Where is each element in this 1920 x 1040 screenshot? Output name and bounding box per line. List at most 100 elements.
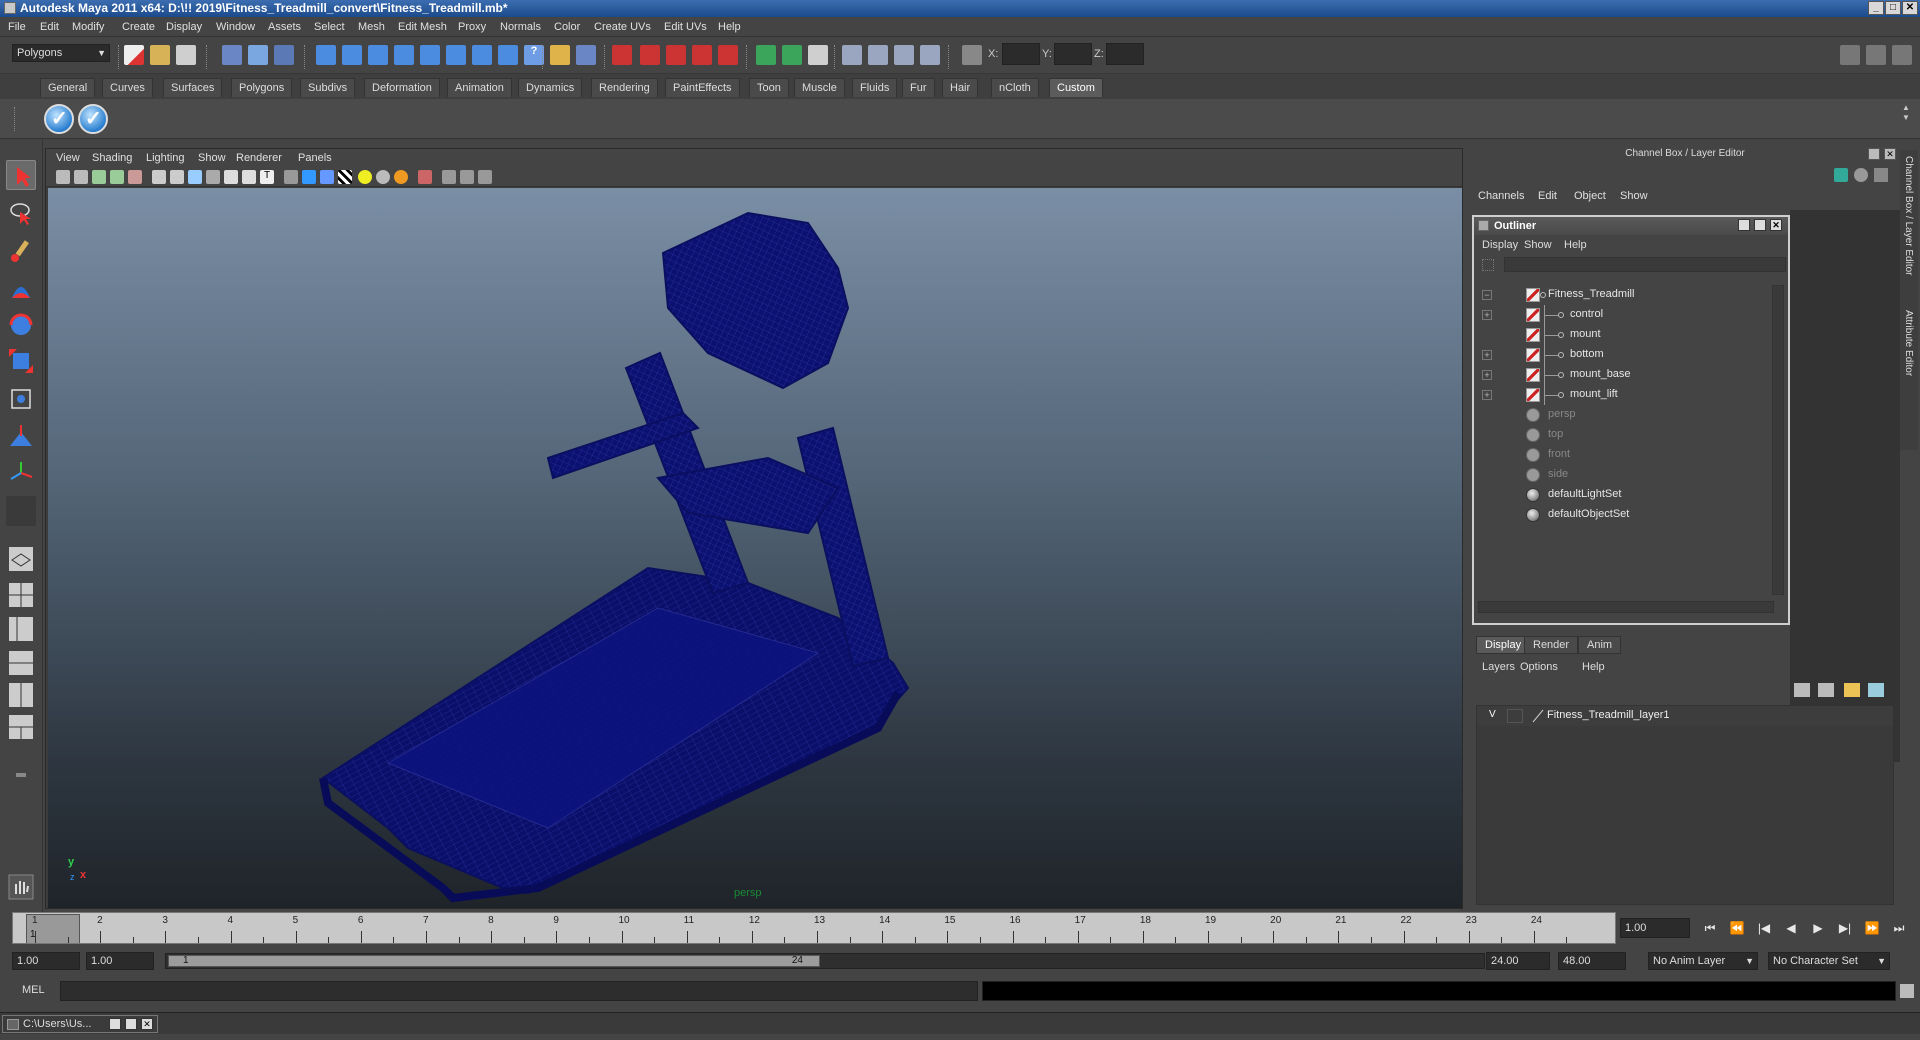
points-icon[interactable] <box>242 170 256 184</box>
toggle-attribute-editor-icon[interactable] <box>1866 45 1886 65</box>
panel-close-icon[interactable]: ✕ <box>1884 148 1896 160</box>
command-language-label[interactable]: MEL <box>22 984 45 996</box>
side-tab-attribute-editor[interactable]: Attribute Editor <box>1903 310 1914 376</box>
shelf-tab-subdivs[interactable]: Subdivs <box>300 78 356 97</box>
channel-box-menu-edit[interactable]: Edit <box>1538 190 1557 202</box>
step-forward-frame-button[interactable]: ▶| <box>1835 921 1855 937</box>
menu-display[interactable]: Display <box>166 21 202 33</box>
universal-manipulator-icon[interactable] <box>6 384 36 414</box>
checker-icon[interactable] <box>338 170 352 184</box>
outliner-menu-help[interactable]: Help <box>1564 239 1587 251</box>
menu-create[interactable]: Create <box>122 21 155 33</box>
select-by-rendering-icon[interactable] <box>472 45 492 65</box>
snap-curve-icon[interactable] <box>640 45 660 65</box>
minimized-window-item[interactable]: C:\Users\Us... ✕ <box>2 1015 158 1033</box>
new-empty-layer-icon[interactable] <box>1844 683 1860 697</box>
paint-select-tool-icon[interactable] <box>6 236 36 266</box>
bounding-box-icon[interactable] <box>224 170 238 184</box>
save-scene-icon[interactable] <box>176 45 196 65</box>
shadows-icon[interactable] <box>376 170 390 184</box>
edit-icon[interactable] <box>1874 168 1888 182</box>
menu-help[interactable]: Help <box>718 21 741 33</box>
layer-editor-icon[interactable] <box>1854 168 1868 182</box>
shelf-tab-muscle[interactable]: Muscle <box>794 78 845 97</box>
input-ops-icon[interactable] <box>756 45 776 65</box>
shelf-check-icon[interactable] <box>44 104 74 134</box>
current-time-field[interactable]: 1.00 <box>1620 918 1690 938</box>
animation-start-field[interactable]: 1.00 <box>12 952 80 970</box>
outliner-item-mount-lift[interactable]: + mount_lift <box>1476 385 1766 405</box>
outliner-item-fitness-treadmill[interactable]: − Fitness_Treadmill <box>1476 285 1766 305</box>
shelf-tab-polygons[interactable]: Polygons <box>231 78 293 97</box>
menu-edit[interactable]: Edit <box>40 21 59 33</box>
channel-box-icon[interactable] <box>1834 168 1848 182</box>
outliner-menu-show[interactable]: Show <box>1524 239 1552 251</box>
menu-normals[interactable]: Normals <box>500 21 541 33</box>
close-icon[interactable]: ✕ <box>141 1018 153 1030</box>
viewport-menu-renderer[interactable]: Renderer <box>236 152 282 164</box>
outliner-maximize-button[interactable] <box>1754 219 1766 231</box>
make-live-icon[interactable] <box>718 45 738 65</box>
shelf-tab-fluids[interactable]: Fluids <box>852 78 898 97</box>
select-by-handle-icon[interactable] <box>316 45 336 65</box>
layer-visibility-toggle[interactable]: V <box>1489 709 1503 723</box>
shelf-tab-general[interactable]: General <box>40 78 96 97</box>
select-camera-icon[interactable] <box>56 170 70 184</box>
render-view-icon[interactable] <box>842 45 862 65</box>
menu-window[interactable]: Window <box>216 21 255 33</box>
select-by-dynamic-icon[interactable] <box>446 45 466 65</box>
shelf-tab-custom[interactable]: Custom <box>1049 78 1103 97</box>
rotate-tool-icon[interactable] <box>6 310 36 340</box>
layout-outliner-persp-icon[interactable] <box>6 614 36 644</box>
shelf-tab-ncloth[interactable]: nCloth <box>991 78 1039 97</box>
outliner-item-persp[interactable]: persp <box>1476 405 1766 425</box>
move-layer-down-icon[interactable] <box>1818 683 1834 697</box>
select-by-joint-icon[interactable] <box>342 45 362 65</box>
layer-tab-render[interactable]: Render <box>1524 636 1579 654</box>
playback-start-field[interactable]: 1.00 <box>86 952 154 970</box>
help-question-icon[interactable]: ? <box>524 45 544 65</box>
new-scene-icon[interactable] <box>124 45 144 65</box>
image-plane-icon[interactable] <box>110 170 124 184</box>
viewport-menu-lighting[interactable]: Lighting <box>146 152 185 164</box>
menu-edit-mesh[interactable]: Edit Mesh <box>398 21 447 33</box>
light-icon[interactable] <box>358 170 372 184</box>
last-tool-icon[interactable] <box>6 496 36 526</box>
camera-attributes-icon[interactable] <box>74 170 88 184</box>
play-forwards-button[interactable]: ▶ <box>1808 921 1828 937</box>
select-by-curve-icon[interactable] <box>368 45 388 65</box>
layer-menu-options[interactable]: Options <box>1520 661 1558 673</box>
time-slider[interactable]: 1 1 2 3 4 5 6 7 8 9 10 11 12 13 14 15 16 17 18 19 20 21 22 23 2… <box>12 912 1616 944</box>
select-tool-icon[interactable] <box>6 160 36 190</box>
range-slider-thumb[interactable]: 1 24 <box>168 955 820 967</box>
outliner-item-bottom[interactable]: + bottom <box>1476 345 1766 365</box>
treadmill-wireframe[interactable] <box>48 188 1462 908</box>
outliner-minimize-button[interactable] <box>1738 219 1750 231</box>
layer-menu-help[interactable]: Help <box>1582 661 1605 673</box>
channel-box-menu-show[interactable]: Show <box>1620 190 1648 202</box>
output-ops-icon[interactable] <box>782 45 802 65</box>
render-settings-icon[interactable] <box>920 45 940 65</box>
move-layer-up-icon[interactable] <box>1794 683 1810 697</box>
outliner-item-mount-base[interactable]: + mount_base <box>1476 365 1766 385</box>
script-editor-icon[interactable] <box>1900 984 1914 998</box>
range-slider[interactable]: 1 24 <box>165 953 1485 969</box>
outliner-item-mount[interactable]: mount <box>1476 325 1766 345</box>
viewport-menu-view[interactable]: View <box>56 152 80 164</box>
outliner-search-input[interactable] <box>1504 257 1786 272</box>
snap-view-plane-icon[interactable] <box>692 45 712 65</box>
outliner-item-defaultobjectset[interactable]: defaultObjectSet <box>1476 505 1766 525</box>
channel-box-menu-channels[interactable]: Channels <box>1478 190 1524 202</box>
grid-toggle-icon[interactable] <box>152 170 166 184</box>
outliner-item-side[interactable]: side <box>1476 465 1766 485</box>
shelf-tab-surfaces[interactable]: Surfaces <box>163 78 223 97</box>
layer-playback-toggle[interactable] <box>1507 709 1523 723</box>
render-frame-icon[interactable] <box>868 45 888 65</box>
x-field[interactable] <box>1002 43 1040 65</box>
new-layer-selected-icon[interactable] <box>1868 683 1884 697</box>
viewport-canvas[interactable]: persp y z x <box>48 188 1462 908</box>
maximize-icon[interactable] <box>125 1018 137 1030</box>
share-icon[interactable] <box>478 170 492 184</box>
shelf-tab-hair[interactable]: Hair <box>942 78 979 97</box>
bookmarks-icon[interactable] <box>92 170 106 184</box>
